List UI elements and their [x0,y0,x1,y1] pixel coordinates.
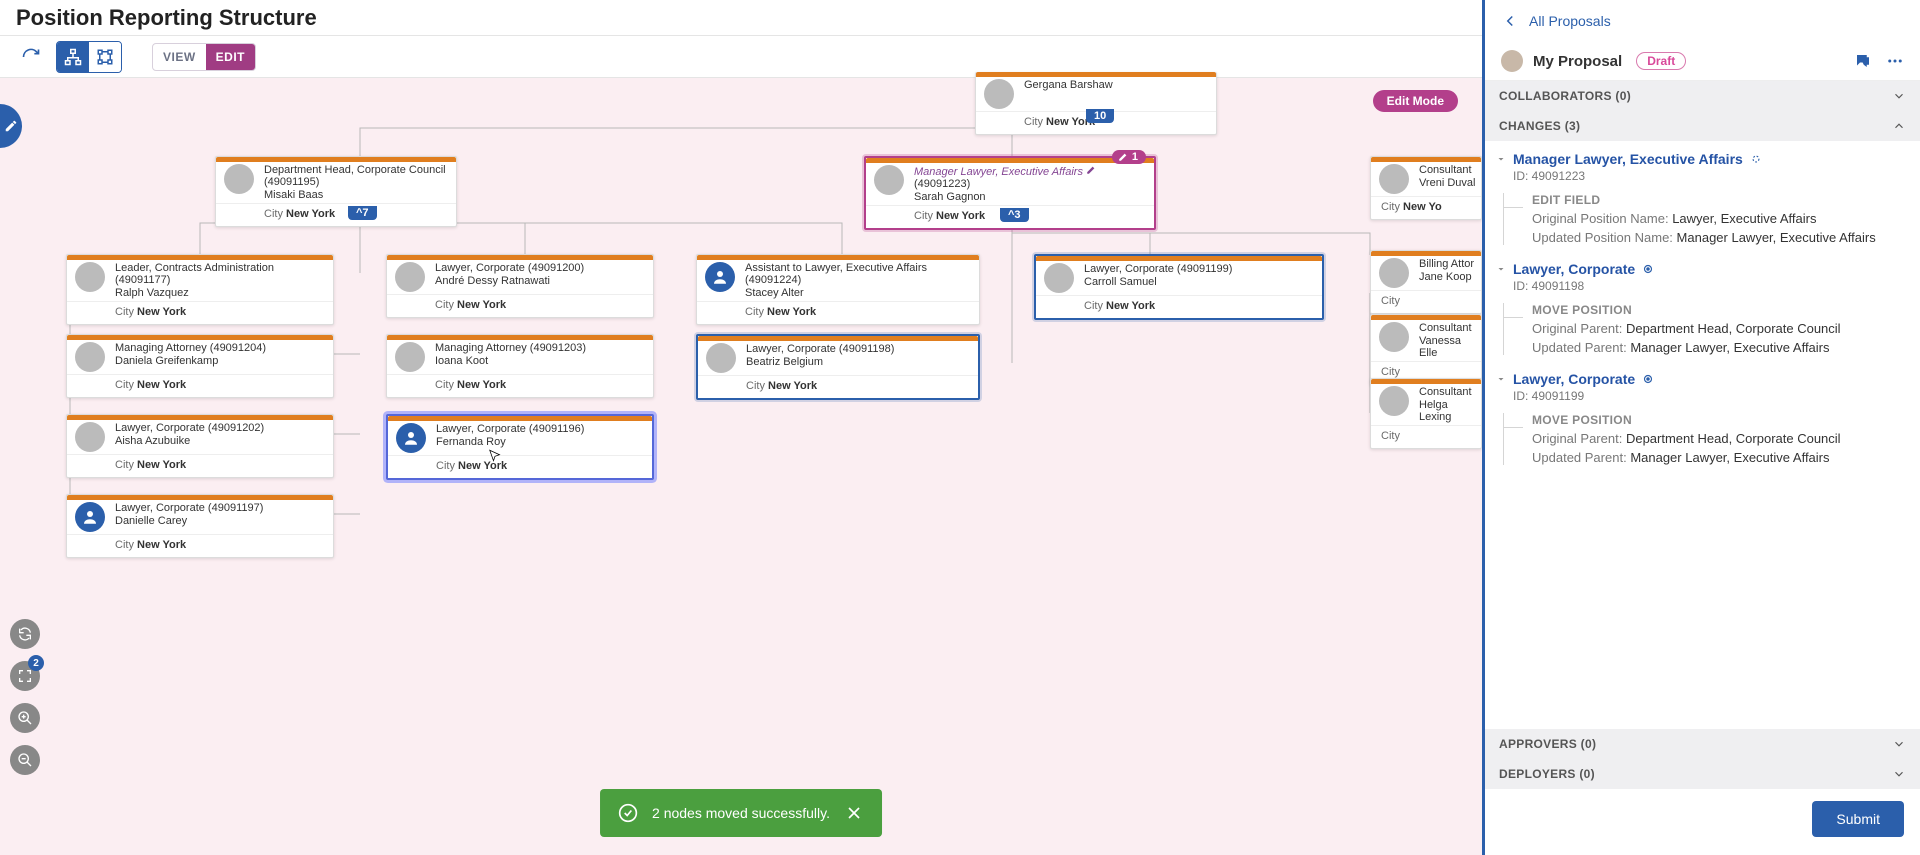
sync-button[interactable] [10,619,40,649]
person-icon [402,429,420,447]
close-icon[interactable] [844,803,864,823]
org-node[interactable]: Department Head, Corporate Council (4909… [215,156,457,227]
draft-badge: Draft [1636,52,1686,70]
deployers-section[interactable]: DEPLOYERS (0) [1485,759,1920,789]
zoom-out-button[interactable] [10,745,40,775]
org-node[interactable]: Leader, Contracts Administration (490911… [66,254,334,325]
org-node[interactable]: Assistant to Lawyer, Executive Affairs (… [696,254,980,325]
changes-section[interactable]: CHANGES (3) [1485,111,1920,141]
org-node[interactable]: Lawyer, Corporate (49091197)Danielle Car… [66,494,334,558]
zoom-in-icon [17,710,33,726]
caret-down-icon [1495,153,1507,165]
move-change-icon [1641,372,1655,386]
org-node[interactable]: Managing Attorney (49091204)Daniela Grei… [66,334,334,398]
org-node[interactable]: ConsultantVanessa Elle City [1370,314,1482,385]
change-item[interactable]: Lawyer, Corporate ID: 49091199 MOVE POSI… [1491,367,1910,465]
org-chart-canvas[interactable]: Edit Mode Gergana Barshaw City New York … [0,78,1482,855]
success-toast: 2 nodes moved successfully. [600,789,882,837]
submit-button[interactable]: Submit [1812,801,1904,837]
edit-mode-badge: Edit Mode [1373,90,1458,112]
zoom-out-icon [17,752,33,768]
org-node-moved[interactable]: Lawyer, Corporate (49091198)Beatriz Belg… [696,334,980,400]
zoom-in-button[interactable] [10,703,40,733]
pencil-icon [4,119,18,133]
changes-list: Manager Lawyer, Executive Affairs ID: 49… [1485,141,1920,729]
chevron-down-icon [1892,767,1906,781]
change-item[interactable]: Lawyer, Corporate ID: 49091198 MOVE POSI… [1491,257,1910,355]
edit-mode-button[interactable]: EDIT [206,44,255,70]
list-tree-icon [96,48,114,66]
sync-icon [17,626,33,642]
all-proposals-link[interactable]: All Proposals [1485,0,1920,42]
org-node-moved[interactable]: Lawyer, Corporate (49091199)Carroll Samu… [1034,254,1324,320]
view-edit-toggle: VIEW EDIT [152,43,256,71]
toast-text: 2 nodes moved successfully. [652,805,830,821]
caret-down-icon [1495,263,1507,275]
avatar [1501,50,1523,72]
child-count[interactable]: 10 [1086,109,1114,123]
check-circle-icon [618,803,638,823]
approvers-section[interactable]: APPROVERS (0) [1485,729,1920,759]
move-change-icon [1641,262,1655,276]
refresh-icon [21,47,41,67]
person-icon [711,268,729,286]
proposal-panel: All Proposals My Proposal Draft COLLABOR… [1482,0,1920,855]
canvas-tool-stack [10,619,40,775]
edit-side-tab[interactable] [0,104,22,148]
org-node[interactable]: Billing AttorJane Koop City [1370,250,1482,314]
change-item[interactable]: Manager Lawyer, Executive Affairs ID: 49… [1491,147,1910,245]
chevron-down-icon [1892,89,1906,103]
org-node[interactable]: Lawyer, Corporate (49091202)Aisha Azubui… [66,414,334,478]
chat-icon[interactable] [1854,52,1872,70]
person-icon [81,508,99,526]
layout-list-button[interactable] [89,42,121,72]
edit-indicator-badge[interactable]: 1 [1112,150,1146,164]
org-node-root[interactable]: Gergana Barshaw City New York [975,72,1217,135]
chevron-down-icon [1892,737,1906,751]
node-title: Gergana Barshaw [1024,79,1113,91]
page-title: Position Reporting Structure [16,5,317,31]
edit-change-icon [1749,152,1763,166]
org-node[interactable]: ConsultantHelga Lexing City [1370,378,1482,449]
layout-toggle [56,41,122,73]
expand-icon [17,668,33,684]
tree-icon [64,48,82,66]
child-count[interactable]: ^3 [1000,208,1029,222]
pencil-icon [1086,165,1096,175]
org-node[interactable]: Lawyer, Corporate (49091200)André Dessy … [386,254,654,318]
more-icon[interactable] [1886,52,1904,70]
layout-tree-button[interactable] [57,42,89,72]
caret-down-icon [1495,373,1507,385]
fit-button[interactable] [10,661,40,691]
org-node[interactable]: Managing Attorney (49091203)Ioana Koot C… [386,334,654,398]
collaborators-section[interactable]: COLLABORATORS (0) [1485,81,1920,111]
chevron-up-icon [1892,119,1906,133]
child-count[interactable]: ^7 [348,206,377,220]
pencil-icon [1118,152,1128,162]
refresh-button[interactable] [14,41,48,73]
org-node[interactable]: ConsultantVreni Duval City New Yo [1370,156,1482,220]
proposal-name: My Proposal [1533,53,1622,70]
arrow-left-icon [1501,12,1519,30]
org-node-selected[interactable]: Lawyer, Corporate (49091196)Fernanda Roy… [386,414,654,480]
view-mode-button[interactable]: VIEW [153,44,206,70]
proposal-header: My Proposal Draft [1485,42,1920,81]
